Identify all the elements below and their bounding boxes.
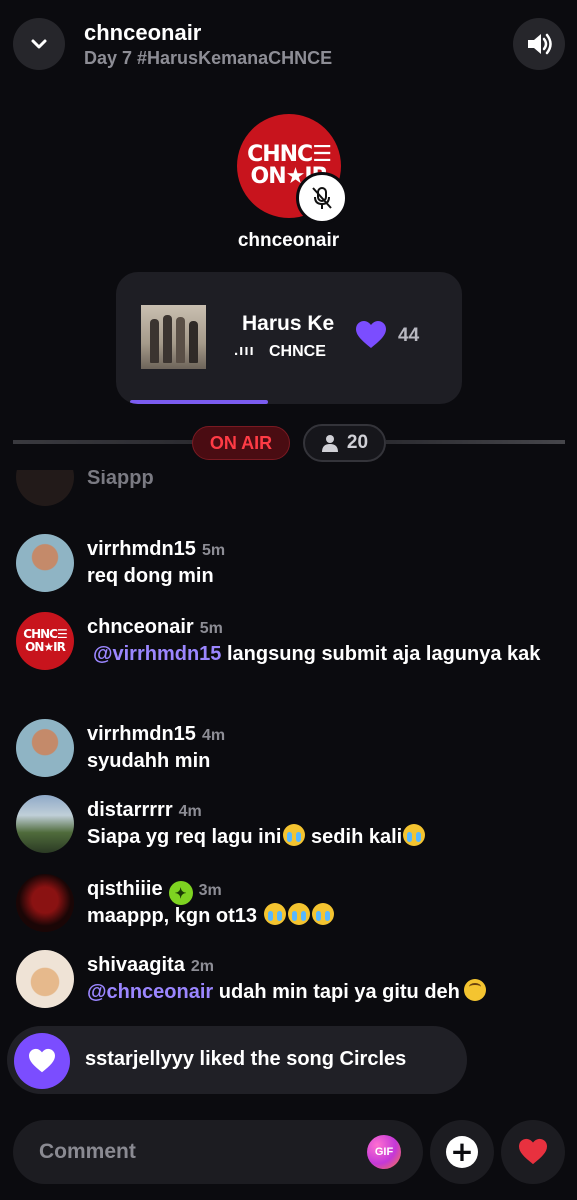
avatar[interactable]: [16, 795, 74, 853]
notification-text: sstarjellyyy liked the song Circles: [85, 1048, 407, 1070]
message-text: syudahh min: [87, 750, 211, 772]
crying-emoji-icon: [311, 903, 334, 925]
timestamp: 2m: [190, 958, 214, 975]
on-air-badge: ON AIR: [192, 426, 290, 460]
listener-count: 20: [346, 432, 369, 453]
song-title: Harus Ke: [242, 312, 334, 335]
avatar[interactable]: [16, 950, 74, 1008]
mic-off-icon: [312, 187, 332, 209]
speaker-icon: [528, 33, 552, 55]
red-heart-icon: [519, 1138, 547, 1165]
avatar[interactable]: [16, 874, 74, 932]
timestamp: 5m: [199, 620, 223, 637]
listener-count-button[interactable]: 20: [303, 424, 386, 462]
comment-input[interactable]: [39, 1138, 359, 1166]
username[interactable]: distarrrrr: [87, 799, 173, 821]
plus-icon: +: [446, 1136, 478, 1168]
song-artist: CHNCE: [269, 343, 326, 360]
room-title: chnceonair: [84, 20, 202, 45]
avatar: [16, 470, 74, 506]
logo-text-bottom: ON★IR: [25, 640, 66, 654]
mention-link[interactable]: @virrhmdn15: [93, 643, 221, 665]
message-text: maappp, kgn ot13: [87, 900, 557, 932]
back-button[interactable]: [13, 18, 65, 70]
crying-emoji-icon: [263, 903, 286, 925]
username[interactable]: shivaagita: [87, 954, 185, 976]
logo-text-top: CHNC☰: [247, 142, 332, 167]
message-text: req dong min: [87, 565, 214, 587]
crying-emoji-icon: [282, 824, 305, 846]
crying-emoji-icon: [287, 903, 310, 925]
timestamp: 3m: [198, 882, 222, 899]
username[interactable]: virrhmdn15: [87, 538, 196, 560]
message-body: udah min tapi ya gitu deh: [213, 981, 460, 1003]
message-text: Siappp: [87, 470, 154, 489]
mention-link[interactable]: @chnceonair: [87, 981, 213, 1003]
like-song-button[interactable]: [354, 318, 388, 352]
message-text: @chnceonair udah min tapi ya gitu deh: [87, 976, 557, 1008]
heart-icon: [356, 321, 386, 348]
avatar[interactable]: [16, 534, 74, 592]
heart-icon: [29, 1048, 55, 1073]
timestamp: 4m: [201, 727, 226, 744]
message-text: @virrhmdn15 langsung submit aja lagunya …: [87, 638, 557, 670]
crying-emoji-icon: [403, 824, 426, 846]
timestamp: 5m: [201, 542, 226, 559]
album-art: [141, 305, 206, 369]
message-body: langsung submit aja lagunya kak: [221, 643, 541, 665]
chevron-down-icon: [31, 39, 47, 49]
host-name: chnceonair: [237, 230, 340, 251]
add-button[interactable]: +: [430, 1120, 494, 1184]
username[interactable]: qisthiiie: [87, 878, 163, 900]
song-progress-bar: [130, 400, 268, 404]
comment-box[interactable]: GIF: [13, 1120, 423, 1184]
room-subtitle: Day 7 #HarusKemanaCHNCE: [84, 48, 333, 68]
equalizer-icon: .ııı: [234, 342, 255, 359]
message-text: Siapa yg req lagu ini sedih kali: [87, 821, 557, 853]
message-body: Siapa yg req lagu ini: [87, 826, 282, 848]
divider-left: [13, 440, 193, 444]
song-liked-notification: sstarjellyyy liked the song Circles: [7, 1026, 467, 1094]
upside-down-face-emoji-icon: [463, 979, 486, 1001]
message-body: sedih kali: [305, 826, 403, 848]
avatar[interactable]: [16, 719, 74, 777]
now-playing-card[interactable]: Harus Ke .ııı CHNCE 44: [116, 272, 462, 404]
muted-badge: [296, 172, 348, 224]
avatar[interactable]: CHNC☰ ON★IR: [16, 612, 74, 670]
divider-right: [386, 440, 565, 444]
liked-heart-badge: [14, 1033, 70, 1089]
username[interactable]: chnceonair: [87, 616, 194, 638]
gif-button[interactable]: GIF: [367, 1135, 401, 1169]
sound-button[interactable]: [513, 18, 565, 70]
message-body: maappp, kgn ot13: [87, 905, 263, 927]
react-heart-button[interactable]: [501, 1120, 565, 1184]
person-icon: [321, 435, 338, 452]
chat-list[interactable]: Siappp virrhmdn15 5m req dong min CHNC☰ O…: [0, 470, 577, 1030]
timestamp: 4m: [178, 803, 202, 820]
song-like-count: 44: [398, 325, 420, 346]
username[interactable]: virrhmdn15: [87, 723, 196, 745]
